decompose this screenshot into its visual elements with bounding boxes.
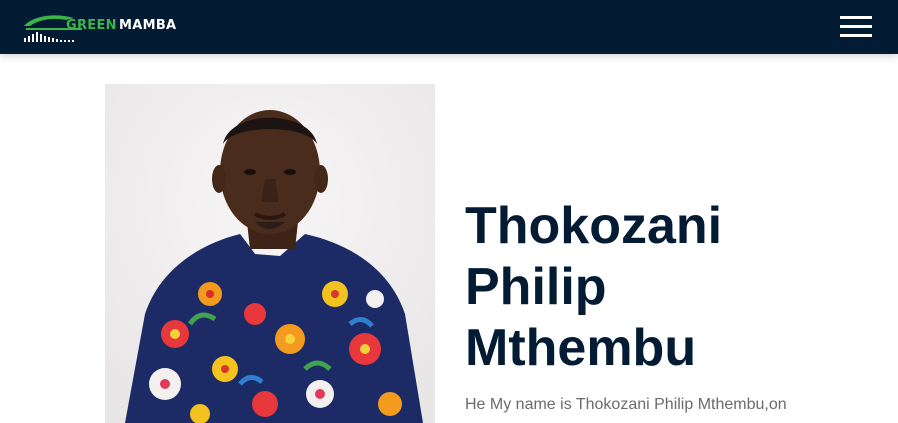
profile-bio: He My name is Thokozani Philip Mthembu,o… [465, 396, 787, 413]
profile-name-line: Philip [465, 258, 607, 316]
profile-photo [105, 84, 435, 423]
logo-text-mamba: MAMBA [119, 18, 177, 33]
site-header: GREEN MAMBA [0, 0, 898, 54]
profile-name-line: Thokozani [465, 197, 723, 255]
menu-bar [840, 24, 872, 28]
site-logo[interactable]: GREEN MAMBA [22, 12, 192, 46]
logo-text-green: GREEN [66, 18, 117, 33]
hamburger-menu-icon[interactable] [838, 12, 874, 40]
profile-name: Thokozani Philip Mthembu [465, 196, 885, 379]
menu-bar [840, 33, 872, 37]
person-portrait-image [105, 84, 435, 423]
menu-bar [840, 15, 872, 19]
profile-name-line: Mthembu [465, 319, 697, 377]
